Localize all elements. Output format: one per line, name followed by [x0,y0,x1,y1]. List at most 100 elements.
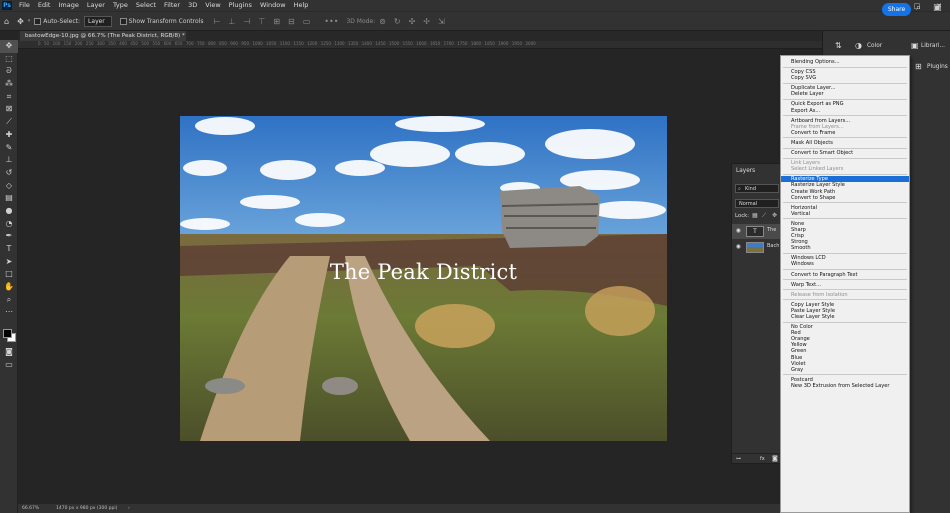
layers-panel-title[interactable]: Layers [736,168,755,174]
photo-title-text[interactable]: The Peak District [180,260,667,284]
transform-controls-checkbox[interactable] [119,17,127,25]
move-tool-icon[interactable]: ✥ [13,17,28,26]
scale-3d-icon[interactable]: ⇲ [434,17,449,26]
marquee-tool-icon[interactable]: ⬚ [0,53,18,66]
zoom-tool-icon[interactable]: ⌕ [0,294,18,307]
menu-item[interactable]: Plugins [225,0,256,11]
orbit-icon[interactable]: ⊚ [375,17,390,26]
home-icon[interactable]: ⌂ [0,17,13,26]
libraries-panel-label[interactable]: Librari... [921,43,945,49]
type-tool-icon[interactable]: T [0,243,18,256]
roll-icon[interactable]: ↻ [390,17,405,26]
lasso-tool-icon[interactable]: ᘐ [0,65,18,78]
lock-all-icon[interactable]: ✥ [772,212,777,219]
lock-pixels-icon[interactable]: ▦ [752,212,758,219]
menu-item[interactable]: File [15,0,34,11]
menu-item[interactable]: Window [256,0,290,11]
color-panel-icon[interactable]: ◑ [855,41,862,50]
context-menu-item[interactable]: Vertical [781,211,909,217]
menu-item[interactable]: Filter [160,0,184,11]
context-menu-item[interactable]: Gray [781,367,909,373]
image-canvas[interactable]: The Peak District [180,116,667,441]
status-arrow-icon[interactable]: › [128,504,130,513]
chevron-down-icon[interactable]: ▾ [28,18,31,24]
more-options-icon[interactable]: ••• [320,17,342,26]
context-menu-item[interactable]: Convert to Smart Object [781,150,909,156]
context-menu-item[interactable]: Convert to Frame [781,130,909,136]
zoom-level[interactable]: 66.67% [22,504,39,513]
pen-tool-icon[interactable]: ✒ [0,230,18,243]
menu-item[interactable]: View [201,0,224,11]
brush-tool-icon[interactable]: ✎ [0,142,18,155]
more-tools-icon[interactable]: ⋯ [0,306,18,319]
quick-mask-icon[interactable]: ◙ [0,346,18,359]
menu-item[interactable]: Edit [34,0,55,11]
rectangle-tool-icon[interactable]: □ [0,268,18,281]
layer-row-text[interactable]: ◉ T The [732,224,780,239]
path-selection-tool-icon[interactable]: ➤ [0,256,18,269]
magic-wand-tool-icon[interactable]: ⁂ [0,78,18,91]
foreground-color-swatch[interactable] [3,329,12,338]
align-right-icon[interactable]: ⊣ [239,17,254,26]
context-menu-item[interactable]: Blending Options... [781,59,909,65]
history-brush-tool-icon[interactable]: ↺ [0,167,18,180]
clone-stamp-tool-icon[interactable]: ⊥ [0,154,18,167]
link-layers-icon[interactable]: ⊶ [736,456,741,462]
layer-filter-dropdown[interactable]: ⌕ Kind [735,184,779,193]
context-menu-item[interactable]: Delete Layer [781,91,909,97]
gradient-tool-icon[interactable]: ▤ [0,192,18,205]
frame-tool-icon[interactable]: ⊠ [0,103,18,116]
menu-item[interactable]: 3D [184,0,201,11]
libraries-panel-icon[interactable]: ▣ [911,41,919,50]
context-menu-item[interactable]: Smooth [781,245,909,251]
context-menu-item[interactable]: Warp Text... [781,282,909,288]
hand-tool-icon[interactable]: ✋ [0,281,18,294]
move-tool-icon[interactable]: ✥ [0,40,18,53]
context-menu-item[interactable]: New 3D Extrusion from Selected Layer [781,383,909,389]
document-tab[interactable]: bastowEdge-10.jpg @ 66.7% (The Peak Dist… [20,31,186,41]
menu-item[interactable]: Image [54,0,82,11]
context-menu-item[interactable]: Clear Layer Style [781,314,909,320]
visibility-eye-icon[interactable]: ◉ [736,244,741,250]
context-menu-item[interactable]: Mask All Objects [781,140,909,146]
adjustments-icon[interactable]: ⇅ [835,41,842,50]
context-menu-item[interactable]: Export As... [781,108,909,114]
context-menu-item[interactable]: Convert to Shape [781,195,909,201]
dodge-tool-icon[interactable]: ◔ [0,218,18,231]
add-mask-icon[interactable]: ◙ [772,455,778,462]
context-menu-item[interactable]: Windows [781,261,909,267]
context-menu-item[interactable]: Convert to Paragraph Text [781,272,909,278]
healing-brush-tool-icon[interactable]: ✚ [0,129,18,142]
workspace-icon[interactable]: ▣ [933,3,942,13]
eyedropper-tool-icon[interactable]: ⟋ [0,116,18,129]
share-button[interactable]: Share [882,3,911,16]
lock-position-icon[interactable]: ⟋ [762,212,766,220]
menu-item[interactable]: Select [132,0,160,11]
blend-mode-dropdown[interactable]: Normal [735,199,779,208]
plugins-panel-label[interactable]: Plugins [927,64,948,70]
menu-item[interactable]: Help [290,0,313,11]
auto-select-checkbox[interactable] [34,17,42,25]
crop-tool-icon[interactable]: ⌗ [0,91,18,104]
context-menu-item[interactable]: Copy SVG [781,75,909,81]
layer-effects-icon[interactable]: fx [760,456,765,462]
pan-3d-icon[interactable]: ✣ [405,17,420,26]
align-middle-icon[interactable]: ⊞ [269,17,284,26]
layer-row-background[interactable]: ◉ Bach [732,240,780,255]
align-center-icon[interactable]: ⊥ [224,17,239,26]
visibility-eye-icon[interactable]: ◉ [736,228,741,234]
auto-select-dropdown[interactable]: Layer [84,15,112,27]
align-bottom-icon[interactable]: ⊟ [284,17,299,26]
color-panel-label[interactable]: Color [867,43,882,49]
slide-3d-icon[interactable]: ✢ [419,17,434,26]
menu-item[interactable]: Type [109,0,132,11]
distribute-icon[interactable]: ▭ [299,17,315,26]
blur-tool-icon[interactable]: ● [0,205,18,218]
menu-item[interactable]: Layer [83,0,109,11]
align-left-icon[interactable]: ⊢ [209,17,224,26]
eraser-tool-icon[interactable]: ◇ [0,180,18,193]
screen-mode-icon[interactable]: ▭ [0,359,18,372]
plugins-panel-icon[interactable]: ⊞ [915,62,922,71]
search-icon[interactable]: ⌕ [916,3,921,13]
align-top-icon[interactable]: ⊤ [254,17,269,26]
